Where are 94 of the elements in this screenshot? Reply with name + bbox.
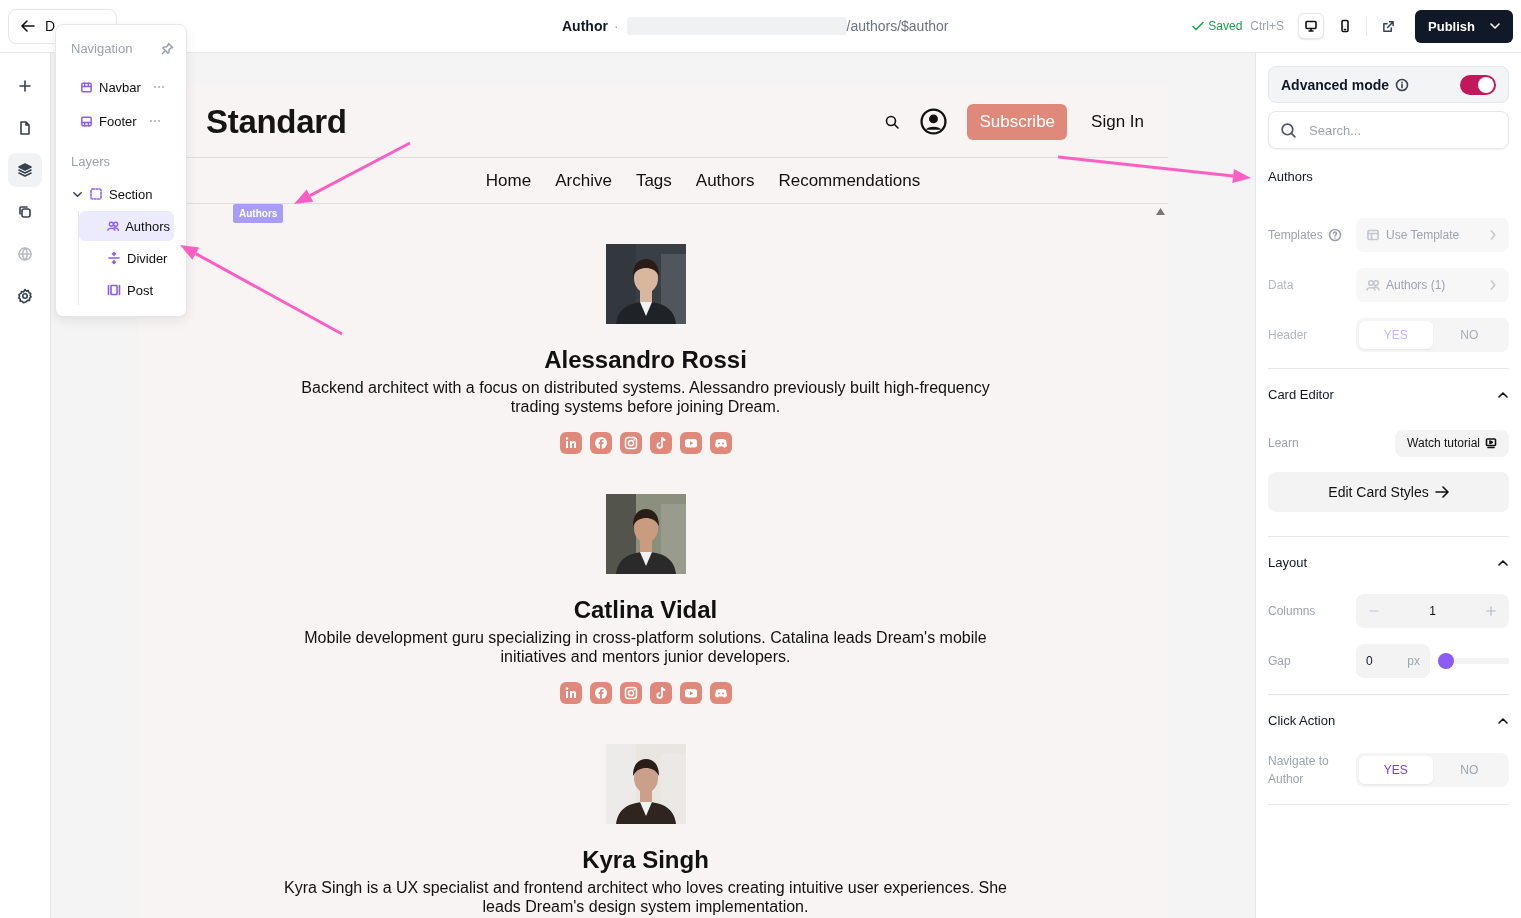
save-status: Saved [1192, 19, 1243, 33]
nav-link[interactable]: Home [485, 170, 532, 191]
section-header[interactable]: Click Action [1268, 713, 1509, 728]
gap-field[interactable]: 0 px [1356, 644, 1430, 678]
layers-icon [17, 162, 33, 178]
layer-item[interactable]: Section [68, 179, 174, 209]
instagram-icon[interactable] [619, 682, 642, 704]
number-stepper[interactable]: 1 [1356, 594, 1509, 628]
nav-link[interactable]: Recommendations [778, 170, 921, 191]
layer-item[interactable]: Divider [79, 243, 174, 273]
check-icon [1192, 20, 1205, 32]
layer-item[interactable]: Footer [68, 104, 174, 138]
scroll-up-icon[interactable] [1156, 208, 1165, 215]
help-icon [1327, 228, 1342, 242]
instagram-icon[interactable] [619, 432, 642, 454]
page-title: Author [562, 18, 608, 34]
field-label: Columns [1268, 603, 1316, 620]
author-name: Kyra Singh [582, 846, 709, 874]
more-icon[interactable] [152, 85, 165, 89]
globe-icon [17, 246, 33, 262]
author-bio: Backend architect with a focus on distributed systems. Alessandro previously built high-frequency trading systems before joining Dream. [300, 378, 991, 416]
nav-link[interactable]: Archive [555, 170, 612, 191]
layout-icon [1366, 228, 1380, 242]
post-icon [107, 283, 121, 297]
video-icon [1485, 437, 1497, 449]
divider-icon [107, 251, 121, 265]
settings-icon [17, 288, 33, 304]
plus-icon [1485, 605, 1497, 617]
facebook-icon[interactable] [589, 432, 612, 454]
external-link-icon [1381, 19, 1395, 33]
page-icon [17, 120, 33, 136]
back-arrow-icon [21, 19, 35, 33]
author-bio: Kyra Singh is a UX specialist and frontend architect who loves creating intuitive user experiences. She leads Dream's design system implementation. [282, 878, 1008, 916]
nav-link[interactable]: Tags [635, 170, 672, 191]
url-path: /authors/$author [846, 18, 949, 34]
youtube-icon[interactable] [679, 682, 702, 704]
author-name: Catlina Vidal [573, 596, 718, 624]
desktop-view-button[interactable] [1298, 13, 1325, 39]
arrow-right-icon [1434, 485, 1449, 499]
keyboard-shortcut: Ctrl+S [1250, 19, 1285, 33]
people-icon [1366, 278, 1380, 292]
tiktok-icon[interactable] [649, 682, 672, 704]
watch-tutorial-button[interactable]: Watch tutorial [1395, 429, 1509, 457]
discord-icon[interactable] [709, 682, 732, 704]
copy-icon [17, 204, 33, 220]
field-label: Navigate to Author [1268, 753, 1330, 788]
field-label: Header [1268, 327, 1308, 344]
edit-card-styles-button[interactable]: Edit Card Styles [1268, 472, 1509, 512]
separator-dot: · [613, 18, 619, 34]
layer-item[interactable]: Authors [79, 211, 174, 241]
author-bio: Mobile development guru specializing in cross-platform solutions. Catalina leads Dream's mobile initiatives and mentors junior developers. [303, 628, 988, 666]
facebook-icon[interactable] [589, 682, 612, 704]
linkedin-icon[interactable] [559, 682, 582, 704]
more-icon[interactable] [148, 119, 161, 123]
desktop-icon [1304, 19, 1319, 33]
linkedin-icon[interactable] [559, 432, 582, 454]
account-icon[interactable] [920, 108, 948, 135]
layer-item[interactable]: Navbar [68, 70, 174, 104]
panel-heading: Navigation [71, 41, 133, 56]
toggle-switch[interactable] [1460, 74, 1496, 95]
tiktok-icon[interactable] [649, 432, 672, 454]
nav-link[interactable]: Authors [695, 170, 755, 191]
slider-thumb[interactable] [1438, 653, 1454, 669]
authors-icon [107, 219, 120, 233]
publish-button[interactable]: Publish [1415, 9, 1513, 43]
add-icon [17, 78, 33, 94]
pin-icon [161, 42, 174, 55]
navbar-icon [80, 80, 93, 94]
sign-in-link[interactable]: Sign In [1091, 111, 1144, 132]
chevron-down-icon [1489, 20, 1501, 32]
section-icon [89, 187, 103, 201]
author-name: Alessandro Rossi [544, 346, 747, 374]
option-tab[interactable]: YES [1359, 756, 1433, 784]
section-header[interactable]: Card Editor [1268, 387, 1509, 402]
youtube-icon[interactable] [679, 432, 702, 454]
layers-tool-button[interactable] [8, 153, 42, 187]
selection-label: Authors [233, 204, 284, 223]
search-field[interactable]: Search... [1268, 111, 1509, 149]
footer-icon [80, 114, 93, 128]
field-label: Gap [1268, 653, 1291, 670]
layer-item[interactable]: Post [79, 275, 174, 305]
panel-heading: Layers [71, 154, 111, 169]
section-header[interactable]: Layout [1268, 555, 1509, 570]
field-label: Templates [1268, 227, 1323, 244]
info-icon [1395, 77, 1410, 92]
search-icon [884, 113, 901, 130]
field-label: Data [1268, 277, 1294, 294]
search-icon [1280, 122, 1297, 139]
site-logo[interactable]: Standard [206, 102, 347, 141]
setting-label: Advanced mode [1281, 76, 1390, 93]
stepper-value: 1 [1429, 604, 1436, 618]
section-title: Authors [1268, 169, 1314, 184]
field-label: Learn [1268, 435, 1299, 452]
discord-icon[interactable] [709, 432, 732, 454]
